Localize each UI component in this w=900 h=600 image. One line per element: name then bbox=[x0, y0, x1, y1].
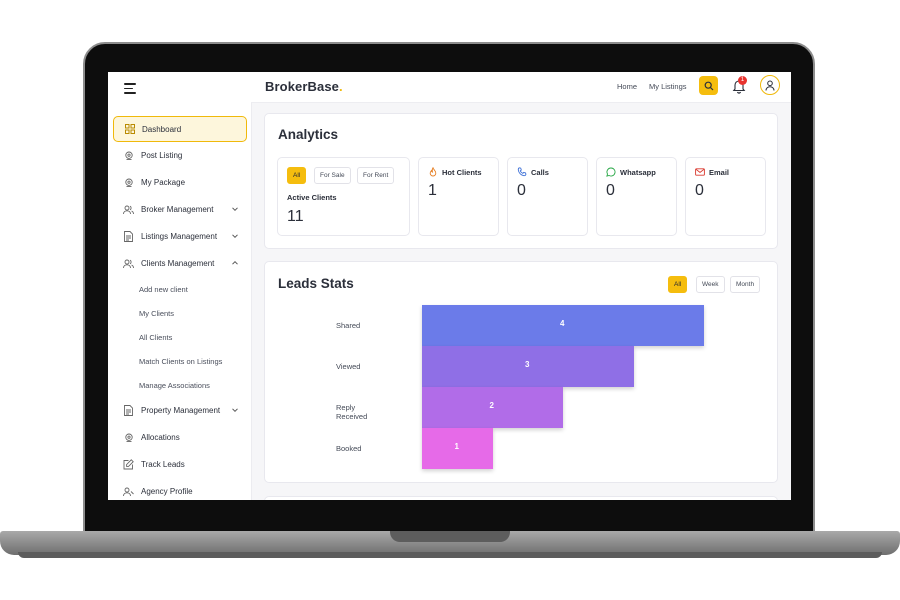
sidebar-item-label: Dashboard bbox=[142, 124, 182, 134]
sidebar-item-label: Agency Profile bbox=[141, 487, 193, 496]
whatsapp-value: 0 bbox=[606, 182, 615, 199]
top-bar: BrokerBase. Home My Listings 1 bbox=[251, 72, 791, 103]
email-card: Email 0 bbox=[685, 157, 766, 236]
active-clients-card: All For Sale For Rent Active Clients 11 bbox=[277, 157, 410, 236]
hot-clients-value: 1 bbox=[428, 182, 437, 199]
whatsapp-label: Whatsapp bbox=[620, 168, 656, 177]
sidebar-item-label: Allocations bbox=[141, 433, 180, 442]
laptop-notch bbox=[390, 531, 510, 542]
flame-icon bbox=[429, 167, 437, 177]
email-label: Email bbox=[709, 168, 730, 177]
sidebar-subitem-manage-associations[interactable]: Manage Associations bbox=[113, 373, 247, 397]
brand-logo[interactable]: BrokerBase. bbox=[265, 79, 343, 94]
filter-for-sale-button[interactable]: For Sale bbox=[314, 167, 351, 184]
bar-booked: 1 bbox=[422, 428, 493, 469]
hot-clients-card: Hot Clients 1 bbox=[418, 157, 499, 236]
search-icon bbox=[704, 81, 713, 90]
analytics-title: Analytics bbox=[278, 127, 339, 142]
chevron-up-icon bbox=[232, 260, 238, 265]
whatsapp-card: Whatsapp 0 bbox=[596, 157, 677, 236]
location-icon bbox=[123, 150, 134, 161]
sidebar-item-label: Post Listing bbox=[141, 151, 183, 160]
sidebar-item-broker-management[interactable]: Broker Management bbox=[113, 196, 247, 223]
chevron-down-icon bbox=[232, 234, 238, 239]
category-label: Viewed bbox=[336, 362, 361, 371]
document-icon bbox=[123, 405, 134, 416]
mail-icon bbox=[695, 168, 705, 176]
sidebar-item-label: Clients Management bbox=[141, 259, 215, 268]
range-week-button[interactable]: Week bbox=[696, 276, 725, 293]
category-label: Booked bbox=[336, 444, 362, 453]
sidebar-item-clients-management[interactable]: Clients Management bbox=[113, 250, 247, 277]
edit-icon bbox=[123, 459, 134, 470]
active-clients-label: Active Clients bbox=[287, 193, 337, 202]
sidebar-item-allocations[interactable]: Allocations bbox=[113, 424, 247, 451]
app-screen: Dashboard Post Listing My Package Broker… bbox=[108, 72, 791, 500]
sidebar-subitem-match-clients[interactable]: Match Clients on Listings bbox=[113, 349, 247, 373]
range-month-button[interactable]: Month bbox=[730, 276, 761, 293]
analytics-card: Analytics All For Sale For Rent Active C… bbox=[264, 113, 778, 249]
sidebar-subitem-add-new-client[interactable]: Add new client bbox=[113, 277, 247, 301]
range-all-button[interactable]: All bbox=[668, 276, 688, 293]
location-icon bbox=[123, 432, 134, 443]
menu-toggle-icon[interactable] bbox=[124, 83, 136, 94]
grid-icon bbox=[124, 124, 135, 135]
my-listings-link[interactable]: My Listings bbox=[649, 82, 687, 91]
hot-clients-label: Hot Clients bbox=[442, 168, 482, 177]
sidebar-item-label: Listings Management bbox=[141, 232, 218, 241]
whatsapp-icon bbox=[606, 167, 616, 177]
users-icon bbox=[123, 204, 134, 215]
leads-stats-title: Leads Stats bbox=[278, 276, 354, 291]
sidebar-item-post-listing[interactable]: Post Listing bbox=[113, 142, 247, 169]
filter-for-rent-button[interactable]: For Rent bbox=[357, 167, 395, 184]
next-card-edge bbox=[264, 496, 778, 500]
sidebar-item-track-leads[interactable]: Track Leads bbox=[113, 451, 247, 478]
sidebar-subitem-all-clients[interactable]: All Clients bbox=[113, 325, 247, 349]
user-icon bbox=[123, 486, 134, 497]
sidebar-item-my-package[interactable]: My Package bbox=[113, 169, 247, 196]
sidebar-item-label: My Package bbox=[141, 178, 186, 187]
active-clients-value: 11 bbox=[287, 208, 304, 225]
location-icon bbox=[123, 177, 134, 188]
calls-value: 0 bbox=[517, 182, 526, 199]
bar-reply-received: 2 bbox=[422, 387, 563, 428]
chevron-down-icon bbox=[232, 207, 238, 212]
chevron-down-icon bbox=[232, 408, 238, 413]
sidebar-item-property-management[interactable]: Property Management bbox=[113, 397, 247, 424]
bar-value-label: 3 bbox=[525, 360, 530, 369]
notification-badge: 1 bbox=[738, 76, 747, 85]
document-icon bbox=[123, 231, 134, 242]
sidebar-item-agency-profile[interactable]: Agency Profile bbox=[113, 478, 247, 500]
avatar[interactable] bbox=[760, 75, 780, 95]
bar-value-label: 1 bbox=[454, 442, 459, 451]
search-button[interactable] bbox=[699, 76, 718, 95]
filter-all-button[interactable]: All bbox=[287, 167, 307, 184]
bar-value-label: 2 bbox=[489, 401, 494, 410]
sidebar-item-listings-management[interactable]: Listings Management bbox=[113, 223, 247, 250]
home-link[interactable]: Home bbox=[617, 82, 637, 91]
bar-shared: 4 bbox=[422, 305, 704, 346]
sidebar-item-label: Track Leads bbox=[141, 460, 185, 469]
calls-label: Calls bbox=[531, 168, 549, 177]
laptop-base-shadow bbox=[18, 552, 882, 558]
sidebar-subitem-my-clients[interactable]: My Clients bbox=[113, 301, 247, 325]
sidebar-item-label: Property Management bbox=[141, 406, 221, 415]
calls-card: Calls 0 bbox=[507, 157, 588, 236]
email-value: 0 bbox=[695, 182, 704, 199]
brand-name: BrokerBase bbox=[265, 79, 339, 94]
bar-viewed: 3 bbox=[422, 346, 634, 387]
user-icon bbox=[765, 80, 775, 91]
sidebar: Dashboard Post Listing My Package Broker… bbox=[108, 72, 252, 500]
brand-dot: . bbox=[339, 79, 343, 94]
sidebar-nav: Dashboard Post Listing My Package Broker… bbox=[113, 116, 247, 500]
category-label: Shared bbox=[336, 321, 361, 330]
sidebar-item-label: Broker Management bbox=[141, 205, 214, 214]
users-icon bbox=[123, 258, 134, 269]
sidebar-item-dashboard[interactable]: Dashboard bbox=[113, 116, 247, 142]
phone-icon bbox=[517, 167, 527, 177]
bar-value-label: 4 bbox=[560, 319, 565, 328]
category-label: Reply Received bbox=[336, 403, 368, 421]
